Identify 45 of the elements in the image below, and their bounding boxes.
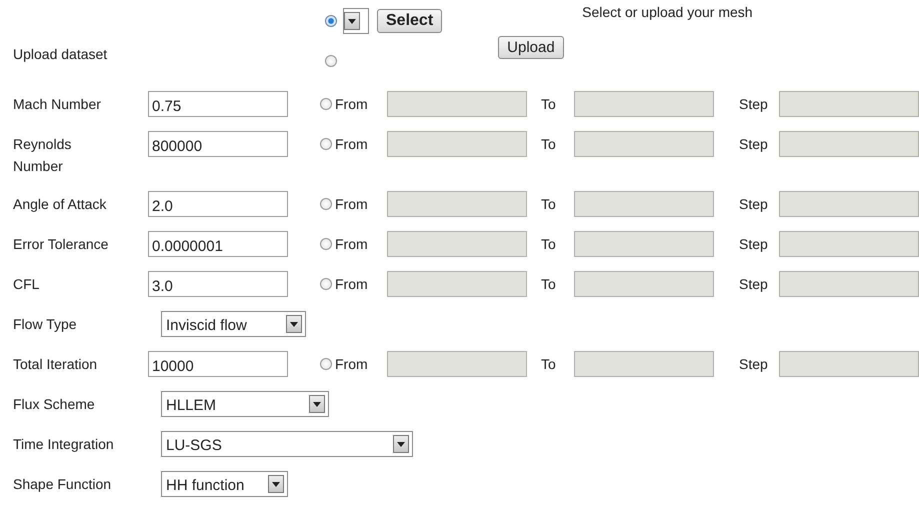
field-label: Flow Type xyxy=(13,315,78,334)
input-field[interactable]: 3.0 xyxy=(148,271,288,297)
field-label: Angle of Attack xyxy=(13,195,108,214)
range-label: Step xyxy=(739,196,769,212)
input-field[interactable]: 2.0 xyxy=(148,191,288,217)
range-label: From xyxy=(335,96,369,112)
input-field[interactable]: 10000 xyxy=(148,351,288,377)
field-label: CFL xyxy=(13,275,40,294)
dropdown[interactable]: LU-SGS xyxy=(161,431,413,457)
field-label: Total Iteration xyxy=(13,355,98,374)
field-label: Upload dataset xyxy=(13,45,108,64)
field-label: Error Tolerance xyxy=(13,235,110,254)
range-label: To xyxy=(541,236,557,252)
input-field[interactable]: 0.0000001 xyxy=(148,231,288,257)
dropdown[interactable]: HLLEM xyxy=(161,391,329,417)
field-label: Flux Scheme xyxy=(13,395,96,414)
range-label: To xyxy=(541,136,557,152)
range-label: From xyxy=(335,276,369,292)
range-label: To xyxy=(541,96,557,112)
input-field[interactable]: 800000 xyxy=(148,131,288,157)
range-label: From xyxy=(335,136,369,152)
radio-button[interactable] xyxy=(325,55,337,67)
dropdown[interactable]: Inviscid flow xyxy=(161,311,306,337)
field-label: Shape Function xyxy=(13,475,112,494)
hint-text: Select or upload your mesh xyxy=(582,4,753,20)
range-label: From xyxy=(335,356,369,372)
input-field[interactable]: 0.75 xyxy=(148,91,288,117)
range-label: Step xyxy=(739,136,769,152)
upload-button[interactable]: Upload xyxy=(498,36,564,59)
range-label: To xyxy=(541,196,557,212)
select-button[interactable]: Select xyxy=(377,9,442,33)
range-label: Step xyxy=(739,236,769,252)
field-label: Reynolds Number xyxy=(13,135,72,176)
range-label: Step xyxy=(739,96,769,112)
range-label: To xyxy=(541,356,557,372)
range-label: Step xyxy=(739,356,769,372)
range-label: From xyxy=(335,236,369,252)
radio-button[interactable] xyxy=(325,15,337,27)
range-label: To xyxy=(541,276,557,292)
dropdown[interactable] xyxy=(343,8,369,34)
field-label: Time Integration xyxy=(13,435,115,454)
field-label: Mach Number xyxy=(13,95,102,114)
range-label: Step xyxy=(739,276,769,292)
dropdown[interactable]: HH function xyxy=(161,471,288,497)
range-label: From xyxy=(335,196,369,212)
